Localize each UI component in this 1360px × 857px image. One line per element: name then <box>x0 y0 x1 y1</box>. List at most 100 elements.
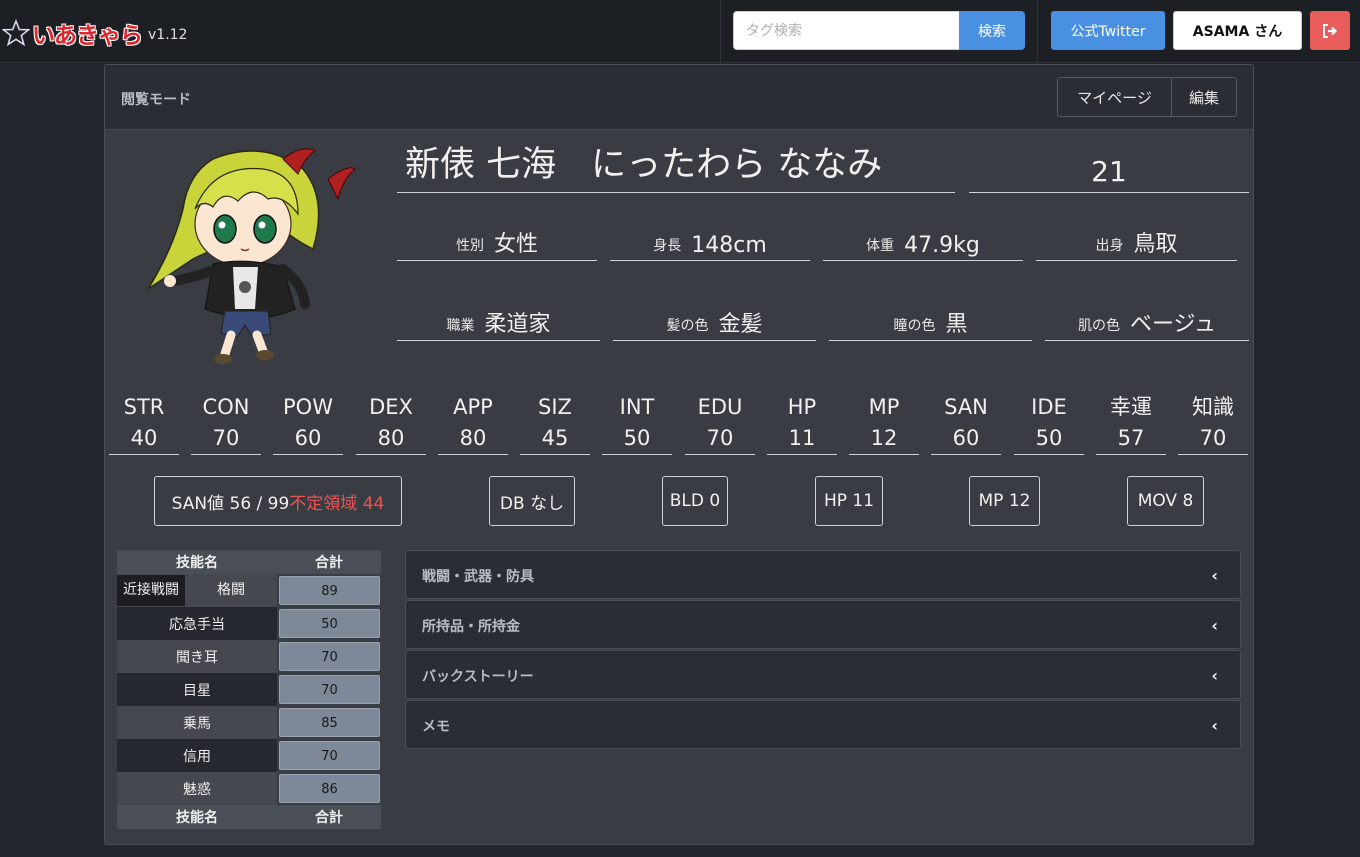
skill-name-header: 技能名 <box>117 550 277 574</box>
view-mode-label: 閲覧モード <box>121 92 191 108</box>
section-combat[interactable]: 戦闘・武器・防具 ‹ <box>405 550 1241 599</box>
panel-header: 閲覧モード マイページ 編集 <box>105 65 1253 130</box>
stat-value: 70 <box>1178 423 1248 455</box>
search-button[interactable]: 検索 <box>959 11 1025 50</box>
profile-label: 出身 <box>1095 238 1124 254</box>
skill-name: 聞き耳 <box>117 640 277 673</box>
skill-total: 70 <box>279 741 380 770</box>
san-value: SAN値 56 / 99 <box>171 493 290 514</box>
skill-category: 近接戦闘 <box>117 575 185 606</box>
stat-label: INT <box>619 395 655 419</box>
app-version: v1.12 <box>148 27 188 43</box>
profile-birthplace: 出身 鳥取 <box>1036 225 1237 261</box>
profile-label: 瞳の色 <box>893 318 936 334</box>
chevron-left-icon: ‹ <box>1211 566 1218 585</box>
stat-luck: 幸運 57 <box>1096 391 1166 455</box>
section-title: 所持品・所持金 <box>422 619 520 635</box>
edit-button[interactable]: 編集 <box>1171 77 1237 117</box>
twitter-button[interactable]: 公式Twitter <box>1051 11 1165 50</box>
skill-row: 応急手当 50 <box>117 607 381 640</box>
stat-label: SAN <box>944 395 988 419</box>
skill-row: 目星 70 <box>117 673 381 706</box>
mov-badge: MOV 8 <box>1127 476 1204 526</box>
user-button[interactable]: ASAMA さん <box>1173 11 1302 50</box>
skill-total: 89 <box>279 576 380 605</box>
stat-label: 幸運 <box>1110 395 1152 419</box>
stat-label: EDU <box>697 395 743 419</box>
stat-san: SAN 60 <box>931 391 1001 455</box>
profile-value: 鳥取 <box>1133 232 1178 257</box>
skill-name: 目星 <box>117 673 277 706</box>
character-age: 21 <box>969 145 1249 193</box>
section-inventory[interactable]: 所持品・所持金 ‹ <box>405 600 1241 649</box>
tag-search-input[interactable] <box>733 11 960 50</box>
stat-ide: IDE 50 <box>1014 391 1084 455</box>
skill-total: 50 <box>279 609 380 638</box>
stat-value: 70 <box>685 423 755 455</box>
stat-siz: SIZ 45 <box>520 391 590 455</box>
skill-name: 乗馬 <box>117 706 277 739</box>
chevron-left-icon: ‹ <box>1211 616 1218 635</box>
stat-value: 45 <box>520 423 590 455</box>
skill-name: 格闘 <box>185 575 277 606</box>
chevron-left-icon: ‹ <box>1211 716 1218 735</box>
san-unstable-value: 不定領域 44 <box>289 493 385 514</box>
character-panel: 閲覧モード マイページ 編集 新俵 七海 にったわら ななみ 21 性別 女性 … <box>104 64 1254 845</box>
skill-row: 魅惑 86 <box>117 772 381 805</box>
mypage-button[interactable]: マイページ <box>1057 77 1172 117</box>
skill-name: 魅惑 <box>117 772 277 805</box>
profile-label: 性別 <box>455 238 484 254</box>
stat-value: 50 <box>1014 423 1084 455</box>
skills-header: 技能名 合計 <box>117 550 381 574</box>
logo-text: いあきゃら <box>32 23 143 49</box>
profile-hair-color: 髪の色 金髪 <box>613 305 816 341</box>
profile-value: 148cm <box>691 233 767 258</box>
stat-label: DEX <box>369 395 413 419</box>
profile-label: 職業 <box>446 318 475 334</box>
skill-row: 聞き耳 70 <box>117 640 381 673</box>
stat-value: 40 <box>109 423 179 455</box>
stat-label: HP <box>787 395 817 419</box>
profile-value: 柔道家 <box>484 312 551 337</box>
app-logo[interactable]: いあきゃら v1.12 <box>2 16 187 50</box>
mp-badge: MP 12 <box>969 476 1040 526</box>
section-title: メモ <box>422 719 450 735</box>
stat-label: 知識 <box>1192 395 1234 419</box>
skill-total: 70 <box>279 642 380 671</box>
stat-value: 12 <box>849 423 919 455</box>
section-memo[interactable]: メモ ‹ <box>405 700 1241 749</box>
stat-label: IDE <box>1031 395 1067 419</box>
skill-total-footer: 合計 <box>277 805 381 829</box>
profile-occupation: 職業 柔道家 <box>397 305 600 341</box>
profile-skin-color: 肌の色 ベージュ <box>1045 305 1249 341</box>
stat-knowledge: 知識 70 <box>1178 391 1248 455</box>
stat-label: STR <box>123 395 165 419</box>
profile-label: 肌の色 <box>1077 318 1120 334</box>
hp-badge: HP 11 <box>815 476 883 526</box>
profile-gender: 性別 女性 <box>397 225 597 261</box>
skill-name-cell: 近接戦闘 格闘 <box>117 574 277 607</box>
stat-str: STR 40 <box>109 391 179 455</box>
skill-total-header: 合計 <box>277 550 381 574</box>
stat-value: 80 <box>438 423 508 455</box>
stat-dex: DEX 80 <box>356 391 426 455</box>
section-backstory[interactable]: バックストーリー ‹ <box>405 650 1241 699</box>
stat-hp: HP 11 <box>767 391 837 455</box>
stat-value: 57 <box>1096 423 1166 455</box>
section-title: バックストーリー <box>422 669 534 685</box>
section-title: 戦闘・武器・防具 <box>422 569 534 585</box>
character-portrait <box>147 148 356 364</box>
profile-value: ベージュ <box>1129 312 1217 337</box>
stat-label: CON <box>202 395 250 419</box>
skill-name: 信用 <box>117 739 277 772</box>
sign-out-icon <box>1323 23 1338 38</box>
profile-eye-color: 瞳の色黒 <box>829 305 1032 341</box>
stat-label: POW <box>283 395 333 419</box>
skills-footer: 技能名 合計 <box>117 805 381 829</box>
stat-int: INT 50 <box>602 391 672 455</box>
skill-name: 応急手当 <box>117 607 277 640</box>
stat-value: 11 <box>767 423 837 455</box>
logout-button[interactable] <box>1310 11 1350 50</box>
character-name: 新俵 七海 にったわら ななみ <box>397 141 955 193</box>
chevron-left-icon: ‹ <box>1211 666 1218 685</box>
